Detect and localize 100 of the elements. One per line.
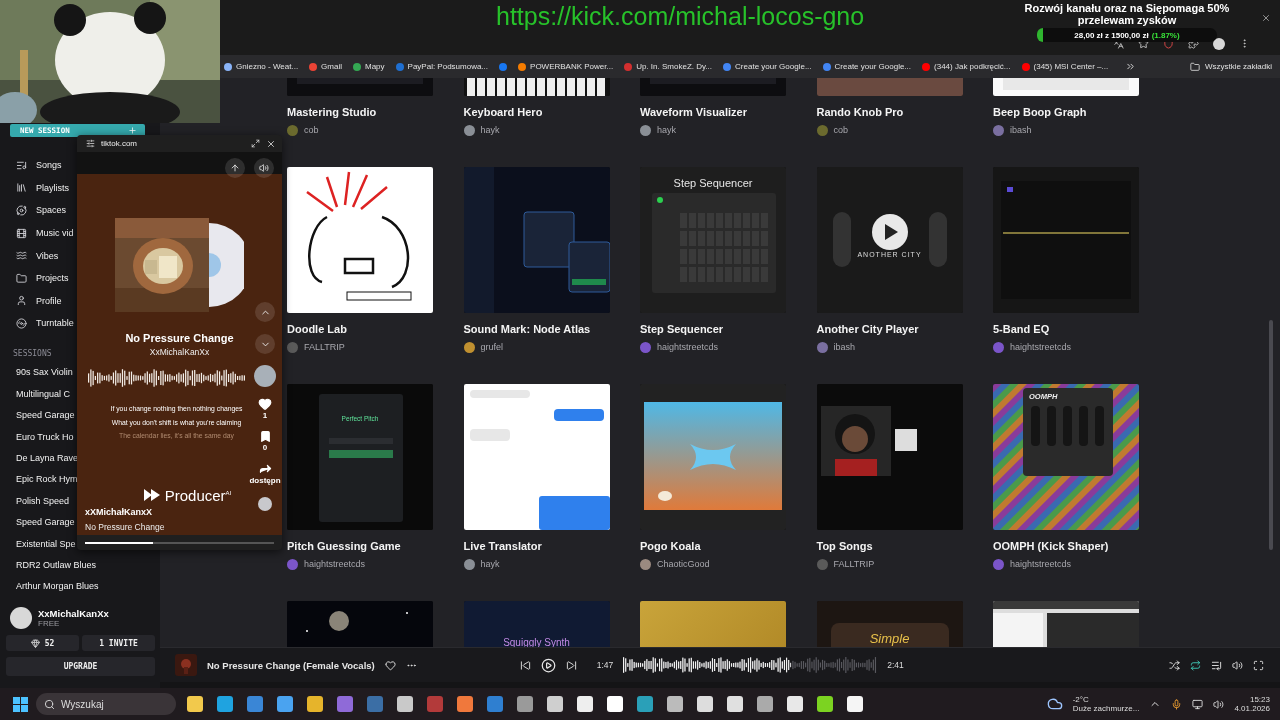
session-item[interactable]: Existential Spe — [16, 532, 76, 555]
close-icon[interactable] — [266, 138, 276, 149]
bookmark[interactable]: Up. In. SmokeZ. Dy... — [624, 62, 713, 71]
card-title[interactable]: Mastering Studio — [287, 104, 433, 120]
card-title[interactable]: OOMPH (Kick Shaper) — [993, 538, 1139, 554]
creator-avatar[interactable] — [254, 365, 276, 387]
previous-video-button[interactable] — [255, 302, 275, 322]
thumbnail-drawing[interactable] — [816, 167, 963, 313]
bookmark[interactable]: Create your Google... — [822, 62, 912, 71]
display-icon[interactable] — [1192, 698, 1204, 710]
queue-button[interactable] — [1211, 659, 1222, 671]
nav-item[interactable]: Music vid — [16, 221, 74, 245]
author-name[interactable]: hayk — [480, 559, 500, 569]
card-title[interactable]: Pitch Guessing Game — [287, 538, 433, 554]
progress-waveform[interactable] — [623, 657, 878, 673]
session-item[interactable]: Speed Garage — [16, 404, 75, 426]
invite-button[interactable]: 1 INVITE — [82, 635, 155, 651]
card-title[interactable]: Rando Knob Pro — [816, 104, 963, 120]
bookmark[interactable]: PayPal: Podsumowa... — [395, 62, 489, 71]
close-icon[interactable] — [1261, 13, 1271, 23]
nav-item[interactable]: Spaces — [16, 199, 67, 222]
author-name[interactable]: hayk — [480, 125, 500, 135]
bookmark[interactable] — [499, 62, 508, 71]
nav-item[interactable]: Vibes — [16, 244, 59, 267]
previous-button[interactable] — [519, 659, 531, 671]
more-bookmarks-icon[interactable] — [1125, 61, 1137, 72]
card-title[interactable]: Live Translator — [463, 538, 610, 554]
bookmark[interactable]: Gmail — [309, 62, 342, 71]
bookmark[interactable]: (344) Jak podkręcić... — [922, 62, 1011, 71]
thumbnail-drawing[interactable] — [640, 384, 786, 530]
session-item[interactable]: De Layna Rave — [16, 447, 79, 469]
card-title[interactable]: Step Sequencer — [640, 321, 786, 337]
save-icon[interactable] — [258, 430, 272, 443]
author-name[interactable]: cob — [304, 125, 319, 135]
play-button[interactable] — [540, 657, 556, 673]
expand-icon[interactable] — [251, 139, 260, 148]
site-settings-icon[interactable] — [86, 139, 95, 148]
sound-button[interactable] — [254, 158, 274, 178]
upload-button[interactable] — [225, 158, 245, 178]
volume-button[interactable] — [1232, 659, 1243, 671]
author-name[interactable]: ibash — [1010, 125, 1032, 135]
next-button[interactable] — [565, 659, 577, 671]
card-title[interactable]: Waveform Visualizer — [640, 104, 786, 120]
card-title[interactable]: Doodle Lab — [287, 321, 433, 337]
bookmark[interactable]: Gniezno - Weat... — [224, 62, 299, 71]
nav-item[interactable]: Projects — [16, 266, 69, 290]
search-field[interactable]: Wyszukaj — [36, 693, 176, 715]
upgrade-button[interactable]: UPGRADE — [6, 657, 155, 676]
author-name[interactable]: FALLTRIP — [833, 559, 875, 569]
bookmark[interactable]: POWERBANK Power... — [518, 62, 614, 71]
card-title[interactable]: Sound Mark: Node Atlas — [463, 321, 610, 337]
microphone-icon[interactable] — [1171, 698, 1183, 710]
nav-item[interactable]: Profile — [16, 289, 62, 313]
thumbnail-drawing[interactable] — [463, 384, 610, 530]
card-title[interactable]: 5-Band EQ — [993, 321, 1139, 337]
share-label[interactable]: dostępn — [249, 476, 281, 485]
windows-icon[interactable] — [13, 696, 28, 712]
card-title[interactable]: Another City Player — [816, 321, 963, 337]
nav-item[interactable]: Playlists — [16, 176, 69, 200]
session-item[interactable]: 90s Sax Violin — [16, 361, 73, 384]
session-item[interactable]: Epic Rock Hym — [16, 468, 78, 491]
session-item[interactable]: Euro Truck Ho — [16, 425, 74, 448]
thumbnail-drawing[interactable] — [463, 167, 610, 313]
author-name[interactable]: hayk — [657, 125, 676, 135]
nav-item[interactable]: Songs — [16, 154, 62, 177]
session-item[interactable]: Multilingual C — [16, 383, 71, 405]
card-title[interactable]: Keyboard Hero — [463, 104, 610, 120]
author-name[interactable]: haightstreetcds — [657, 342, 719, 352]
session-item[interactable]: Arthur Morgan Blues — [16, 575, 99, 598]
thumbnail-drawing[interactable] — [640, 167, 786, 313]
repeat-button[interactable] — [1190, 659, 1201, 671]
credits-button[interactable]: 52 — [6, 635, 79, 651]
video-progress-bar[interactable] — [85, 541, 274, 544]
expand-button[interactable] — [1253, 659, 1264, 671]
thumbnail-drawing[interactable] — [993, 384, 1139, 530]
thumbnail-drawing[interactable] — [816, 384, 963, 530]
scrollbar[interactable] — [1269, 320, 1273, 550]
session-item[interactable]: Polish Speed — [16, 490, 70, 512]
sound-disc[interactable] — [258, 497, 272, 511]
author-name[interactable]: cob — [833, 125, 848, 135]
bookmark[interactable]: (345) MSI Center –... — [1021, 62, 1109, 71]
card-title[interactable]: Pogo Koala — [640, 538, 786, 554]
author-name[interactable]: haightstreetcds — [304, 559, 366, 569]
like-button[interactable] — [384, 659, 396, 671]
author-name[interactable]: ibash — [833, 342, 855, 352]
session-item[interactable]: RDR2 Outlaw Blues — [16, 554, 97, 576]
bookmark[interactable]: Mapy — [353, 62, 385, 71]
card-title[interactable]: Top Songs — [816, 538, 963, 554]
author-name[interactable]: haightstreetcds — [1010, 342, 1072, 352]
thumbnail-drawing[interactable] — [287, 384, 433, 530]
author-name[interactable]: haightstreetcds — [1010, 559, 1072, 569]
nav-item[interactable]: Turntable — [16, 312, 74, 335]
author-name[interactable]: ChaoticGood — [657, 559, 710, 569]
bookmark[interactable]: Create your Google... — [723, 62, 812, 71]
all-bookmarks-link[interactable]: Wszystkie zakładki — [1189, 61, 1272, 72]
profile-avatar[interactable] — [1213, 37, 1225, 50]
like-icon[interactable] — [258, 397, 272, 411]
session-item[interactable]: Speed Garage — [16, 511, 75, 533]
shuffle-button[interactable] — [1169, 659, 1180, 671]
thumbnail-drawing[interactable] — [287, 167, 433, 313]
